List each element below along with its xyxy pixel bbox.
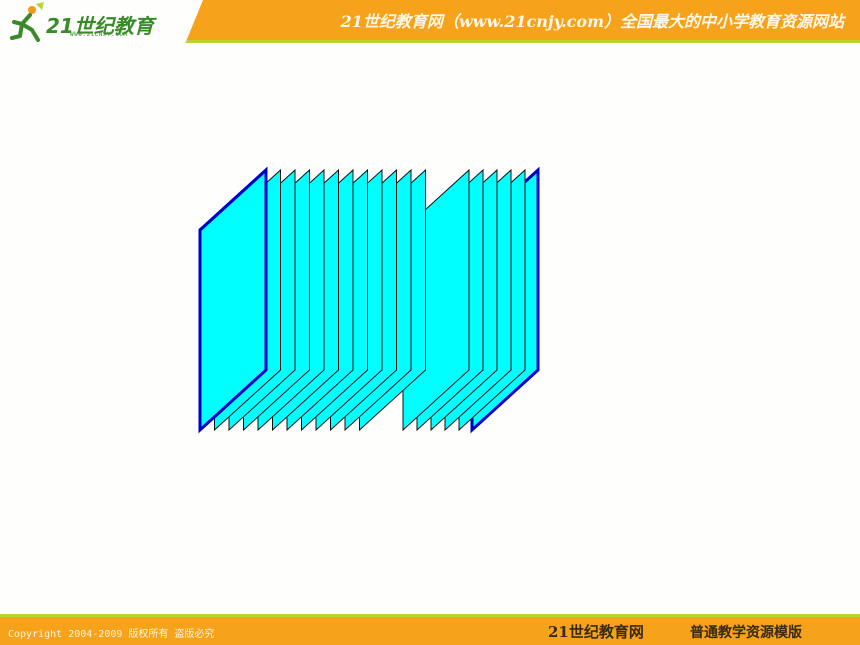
footer-template-label: 普通教学资源模版	[690, 625, 802, 641]
sheet-stack-diagram	[198, 166, 540, 434]
footer-bar: Copyright 2004-2009 版权所有 盗版必究 21世纪教育网 普通…	[0, 617, 860, 645]
footer-copyright: Copyright 2004-2009 版权所有 盗版必究	[8, 629, 215, 640]
footer-brand: 21世纪教育网	[548, 623, 644, 641]
